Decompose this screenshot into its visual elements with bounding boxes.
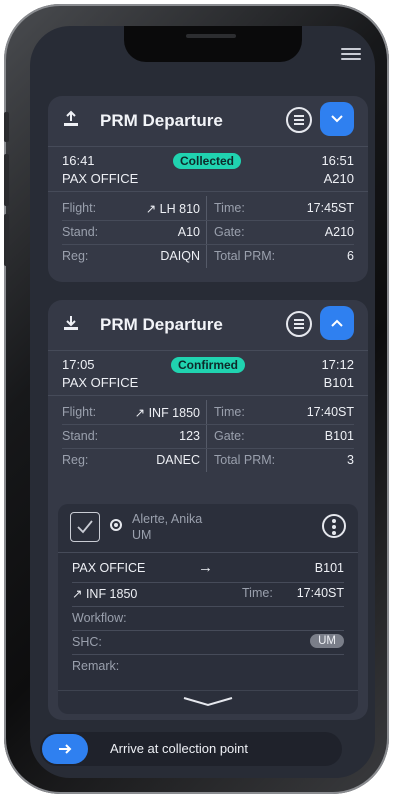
phone-frame: PRM Departure 16:41 PAX OFFICE Collected… [4,4,389,794]
passenger-checkbox[interactable] [70,512,100,542]
row-divider [72,630,344,631]
start-time: 17:05 [62,357,95,372]
remark-label: Remark: [72,659,120,673]
phone-side-button [4,214,9,266]
app-screen: PRM Departure 16:41 PAX OFFICE Collected… [30,26,375,778]
flight-label: Flight: [62,405,97,419]
gate-value: B101 [324,429,354,443]
stand-label: Stand: [62,429,99,443]
passenger-card: Alerte, Anika UM PAX OFFICE → B101 ↗ INF… [58,504,358,714]
prm-departure-card-2: PRM Departure 17:05 PAX OFFICE Confirmed… [48,300,368,720]
reg-label: Reg: [62,453,89,467]
row-divider [58,552,358,553]
gate-value: A210 [324,225,354,239]
row-divider [58,690,358,691]
flight-details: Flight: ↗ INF 1850 Time: 17:40ST Stand: … [48,395,368,476]
total-prm-label: Total PRM: [214,453,276,467]
reg-value: DAIQN [160,249,200,263]
more-options-icon[interactable] [322,514,346,538]
phone-side-button [4,154,9,206]
passenger-time-label: Time: [242,586,273,600]
route-to: B101 [314,561,344,575]
arrow-right-icon [59,744,72,754]
destination-location: B101 [323,375,354,390]
stand-value: A10 [177,225,200,239]
origin-location: PAX OFFICE [62,171,139,186]
total-prm-label: Total PRM: [214,249,276,263]
workflow-row: Workflow: [58,611,358,635]
gate-label: Gate: [214,225,245,239]
list-menu-icon[interactable] [341,48,361,62]
passenger-type: UM [132,528,152,542]
workflow-label: Workflow: [72,611,127,625]
passenger-name: Alerte, Anika [132,512,203,526]
stand-label: Stand: [62,225,99,239]
reg-label: Reg: [62,249,89,263]
destination-location: A210 [323,171,354,186]
arrive-go-button[interactable] [42,734,88,764]
row-divider [72,654,344,655]
prm-departure-card-1: PRM Departure 16:41 PAX OFFICE Collected… [48,96,368,282]
passenger-time: 17:40ST [296,586,344,600]
details-row-flight: Flight: ↗ LH 810 Time: 17:45ST [48,196,368,220]
flight-details: Flight: ↗ LH 810 Time: 17:45ST Stand: A1… [48,191,368,272]
flight-label: Flight: [62,201,97,215]
time-label: Time: [214,201,245,215]
origin-location: PAX OFFICE [62,375,139,390]
download-icon [64,316,78,330]
details-row-stand: Stand: 123 Gate: B101 [48,424,368,448]
phone-side-button [4,112,9,142]
details-list-button[interactable] [286,107,312,133]
end-time: 16:51 [321,153,354,168]
card-header: PRM Departure [48,300,368,350]
flight-time: 17:45ST [306,201,354,215]
row-divider [72,582,344,583]
shc-badge: UM [310,634,344,648]
checkmark-icon [77,520,93,534]
details-row-flight: Flight: ↗ INF 1850 Time: 17:40ST [48,400,368,424]
status-badge: Collected [173,153,242,169]
shc-row: SHC: UM [58,634,358,659]
card-title: PRM Departure [100,111,223,130]
schedule-row: 17:05 PAX OFFICE Confirmed 17:12 B101 [48,350,368,395]
stand-value: 123 [179,429,200,443]
speaker-grille [186,34,236,38]
arrive-action-label: Arrive at collection point [110,741,249,756]
passenger-select-radio[interactable] [110,519,122,531]
arrive-action-bar[interactable]: Arrive at collection point [40,732,342,766]
start-time: 16:41 [62,153,95,168]
details-row-stand: Stand: A10 Gate: A210 [48,220,368,244]
flight-time: 17:40ST [306,405,354,419]
time-label: Time: [214,405,245,419]
reg-value: DANEC [156,453,200,467]
flight-number: ↗ INF 1850 [134,406,200,420]
chevron-down-icon[interactable] [182,696,234,708]
end-time: 17:12 [321,357,354,372]
passenger-flight: ↗ INF 1850 [72,587,138,601]
total-prm-value: 3 [347,453,354,467]
remark-row: Remark: [58,659,358,683]
chevron-up-icon [331,319,343,327]
expand-button[interactable] [320,102,354,136]
card-header: PRM Departure [48,96,368,146]
schedule-row: 16:41 PAX OFFICE Collected 16:51 A210 [48,146,368,191]
total-prm-value: 6 [347,249,354,263]
phone-notch [124,26,302,62]
flight-number: ↗ LH 810 [145,202,200,216]
route-from: PAX OFFICE [72,561,146,575]
gate-label: Gate: [214,429,245,443]
chevron-down-icon [331,115,343,123]
row-divider [72,606,344,607]
upload-icon [64,110,78,126]
status-badge: Confirmed [171,357,245,373]
shc-label: SHC: [72,635,102,649]
details-row-reg: Reg: DANEC Total PRM: 3 [48,448,368,472]
collapse-button[interactable] [320,306,354,340]
card-title: PRM Departure [100,315,223,334]
details-list-button[interactable] [286,311,312,337]
details-row-reg: Reg: DAIQN Total PRM: 6 [48,244,368,268]
route-arrow-icon: → [198,559,213,576]
